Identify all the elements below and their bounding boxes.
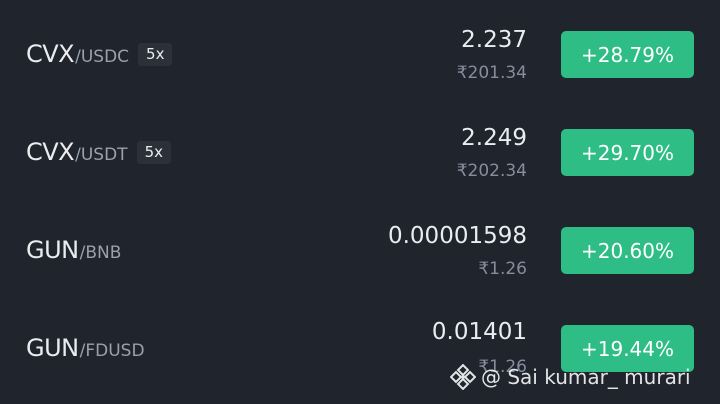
trading-pair: CVX /USDC 5x	[26, 40, 173, 69]
market-row-gun-bnb[interactable]: GUN /BNB 0.00001598 ₹1.26 +20.60%	[0, 202, 720, 300]
market-list: CVX /USDC 5x 2.237 ₹201.34 +28.79% CVX /…	[0, 0, 720, 404]
watermark-text: @ Sai kumar_ murari	[481, 365, 691, 389]
leverage-badge: 5x	[138, 43, 173, 66]
quote-asset: /USDC	[75, 47, 130, 67]
base-asset: GUN	[26, 236, 79, 264]
watermark: @ Sai kumar_ murari	[450, 364, 691, 390]
trading-pair: GUN /BNB	[26, 236, 121, 264]
market-row-cvx-usdc[interactable]: CVX /USDC 5x 2.237 ₹201.34 +28.79%	[0, 6, 720, 104]
quote-asset: /USDT	[75, 145, 128, 165]
last-price: 0.00001598	[387, 223, 527, 249]
trading-pair: CVX /USDT 5x	[26, 138, 171, 167]
fiat-price: ₹202.34	[456, 161, 527, 181]
change-percent-button[interactable]: +28.79%	[561, 31, 694, 78]
base-asset: CVX	[26, 40, 75, 68]
change-percent-button[interactable]: +29.70%	[561, 129, 694, 176]
base-asset: GUN	[26, 334, 79, 362]
quote-asset: /FDUSD	[79, 341, 145, 361]
fiat-price: ₹1.26	[478, 259, 527, 279]
trading-pair: GUN /FDUSD	[26, 334, 145, 362]
last-price: 2.237	[461, 27, 527, 53]
base-asset: CVX	[26, 138, 75, 166]
market-row-cvx-usdt[interactable]: CVX /USDT 5x 2.249 ₹202.34 +29.70%	[0, 104, 720, 202]
binance-logo-icon	[450, 364, 476, 390]
quote-asset: /BNB	[79, 243, 122, 263]
last-price: 2.249	[461, 125, 527, 151]
last-price: 0.01401	[431, 319, 527, 345]
leverage-badge: 5x	[136, 141, 171, 164]
change-percent-button[interactable]: +20.60%	[561, 227, 694, 274]
fiat-price: ₹201.34	[456, 63, 527, 83]
